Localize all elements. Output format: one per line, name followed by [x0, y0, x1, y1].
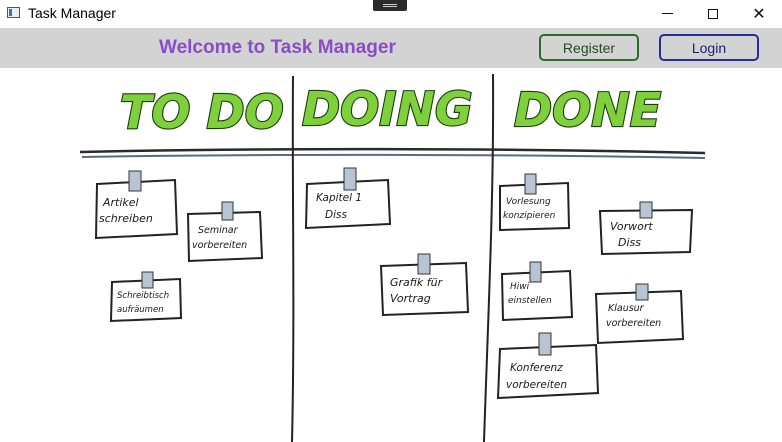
note-line: Klausur [608, 303, 645, 314]
column-separator-2 [483, 73, 495, 442]
window-title: Task Manager [28, 5, 116, 21]
register-button[interactable]: Register [539, 34, 639, 61]
note-line: Vortrag [390, 292, 431, 305]
note-line: Vorwort [610, 220, 653, 233]
note-line: konzipieren [503, 211, 556, 221]
note-line: schreiben [99, 212, 153, 225]
note-line: aufräumen [117, 305, 164, 315]
note-hiwi-einstellen: Hiwi einstellen [500, 261, 574, 322]
note-line: Vorlesung [506, 197, 551, 207]
note-seminar-vorbereiten: Seminar vorbereiten [186, 201, 264, 263]
note-line: Schreibtisch [117, 291, 169, 301]
maximize-button[interactable] [690, 0, 736, 27]
column-title-done: DONE [514, 83, 661, 137]
note-artikel-schreiben: Artikel schreiben [94, 170, 179, 240]
note-line: vorbereiten [506, 379, 567, 391]
note-line: Kapitel 1 [316, 192, 362, 204]
app-icon [7, 7, 20, 18]
minimize-icon [661, 13, 673, 14]
close-icon: ✕ [752, 5, 766, 23]
note-line: Grafik für [390, 276, 444, 289]
minimize-button[interactable] [644, 0, 690, 27]
note-line: Artikel [102, 196, 139, 209]
note-vorwort-diss: Vorwort Diss [598, 201, 694, 256]
close-button[interactable]: ✕ [736, 0, 782, 27]
column-title-doing: DOING [302, 82, 473, 136]
note-line: Konferenz [510, 362, 563, 374]
note-vorlesung-konzipieren: Vorlesung konzipieren [499, 173, 571, 232]
board-divider-line-2 [81, 153, 706, 159]
column-title-todo: TO DO [120, 85, 284, 139]
kanban-board-image: TO DO DOING DONE Artikel schreiben Semin… [0, 68, 782, 442]
window-titlebar: Task Manager ✕ [0, 0, 782, 27]
note-grafik-fuer-vortrag: Grafik für Vortrag [379, 253, 470, 317]
note-line: Diss [618, 236, 641, 249]
note-line: Seminar [198, 225, 239, 236]
note-line: vorbereiten [192, 240, 247, 251]
note-schreibtisch-aufraeumen: Schreibtisch aufräumen [109, 271, 183, 323]
note-kapitel-1-diss: Kapitel 1 Diss [304, 167, 392, 230]
note-line: Diss [325, 209, 347, 221]
board-divider-line [79, 147, 706, 155]
login-button[interactable]: Login [659, 34, 759, 61]
drag-grip-icon[interactable] [373, 0, 407, 11]
note-line: Hiwi [510, 282, 530, 292]
app-header: Welcome to Task Manager Register Login [0, 28, 782, 68]
note-klausur-vorbereiten: Klausur vorbereiten [594, 283, 685, 345]
maximize-icon [708, 8, 718, 19]
column-separator-1 [291, 75, 295, 442]
welcome-heading: Welcome to Task Manager [159, 37, 396, 58]
note-line: vorbereiten [606, 318, 661, 329]
note-line: einstellen [508, 296, 552, 306]
board-drawing: TO DO DOING DONE Artikel schreiben Semin… [79, 73, 706, 442]
note-konferenz-vorbereiten: Konferenz vorbereiten [496, 332, 600, 400]
